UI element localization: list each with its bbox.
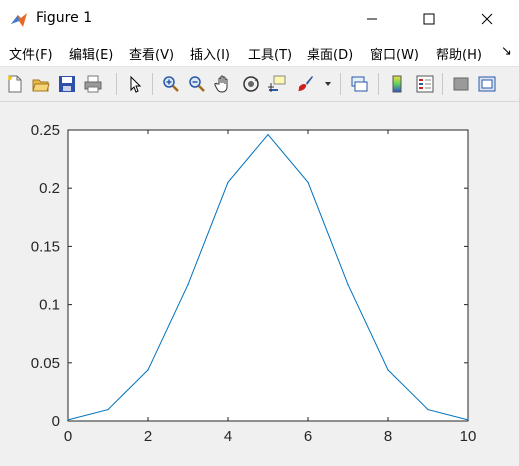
menu-insert[interactable]: 插入(I): [190, 44, 230, 63]
data-point: [227, 181, 229, 183]
edit-plot-arrow-icon: [130, 75, 142, 93]
pan-button[interactable]: [212, 73, 234, 95]
menu-edit[interactable]: 编辑(E): [69, 44, 113, 63]
edit-plot-button[interactable]: [124, 73, 146, 95]
y-tick-label: 0.15: [31, 238, 60, 255]
maximize-button[interactable]: [406, 0, 452, 38]
data-point: [147, 369, 149, 371]
menu-overflow-icon[interactable]: ↘: [501, 44, 512, 59]
menu-help[interactable]: 帮助(H): [436, 44, 482, 63]
zoom-in-icon: [163, 76, 179, 92]
new-figure-icon: [8, 75, 22, 93]
pan-hand-icon: [214, 75, 228, 93]
insert-legend-icon: [416, 75, 434, 93]
x-tick-label: 4: [224, 428, 232, 445]
y-tick-label: 0.2: [39, 180, 60, 197]
x-tick-label: 6: [304, 428, 312, 445]
data-point: [267, 133, 269, 136]
figure-canvas[interactable]: 0 2 4 6 8 10 0 0.05 0.1 0.15 0.2 0.25: [0, 102, 519, 462]
y-tick-label: 0.05: [31, 355, 60, 372]
insert-legend-button[interactable]: [414, 73, 436, 95]
hide-plot-tools-icon: [453, 77, 469, 91]
menu-bar: 文件(F) 编辑(E) 查看(V) 插入(I) 工具(T) 桌面(D) 窗口(W…: [0, 38, 519, 67]
show-plot-tools-icon: [478, 76, 496, 92]
maximize-icon: [423, 13, 435, 25]
x-tick-label: 2: [144, 428, 152, 445]
brush-button[interactable]: [294, 73, 316, 95]
menu-desktop[interactable]: 桌面(D): [307, 44, 353, 63]
minimize-button[interactable]: [349, 0, 395, 38]
menu-view[interactable]: 查看(V): [129, 44, 174, 63]
link-plot-button[interactable]: [348, 73, 370, 95]
insert-colorbar-button[interactable]: [386, 73, 408, 95]
matlab-logo-icon: [11, 13, 27, 27]
save-button[interactable]: [56, 73, 78, 95]
open-file-button[interactable]: [30, 73, 52, 95]
data-point: [347, 283, 349, 286]
zoom-in-button[interactable]: [160, 73, 182, 95]
data-point: [307, 181, 309, 183]
rotate-3d-button[interactable]: [240, 73, 262, 95]
menu-file[interactable]: 文件(F): [9, 44, 53, 63]
close-button[interactable]: [464, 0, 510, 38]
close-icon: [481, 13, 493, 25]
print-icon: [84, 75, 102, 93]
window-title: Figure 1: [36, 10, 93, 26]
menu-tools[interactable]: 工具(T): [248, 44, 292, 63]
axes-background: [68, 130, 468, 421]
link-plot-icon: [351, 76, 368, 92]
data-point: [187, 283, 189, 286]
data-point: [67, 419, 69, 421]
hide-plot-tools-button[interactable]: [450, 73, 472, 95]
toolbar: [0, 67, 519, 102]
menu-window[interactable]: 窗口(W): [370, 44, 419, 63]
new-figure-button[interactable]: [4, 73, 26, 95]
zoom-out-icon: [189, 76, 205, 92]
minimize-icon: [367, 18, 377, 20]
y-tick-label: 0.25: [31, 122, 60, 139]
x-tick-label: 8: [384, 428, 392, 445]
brush-dropdown-button[interactable]: [322, 73, 334, 95]
x-tick-label: 0: [64, 428, 72, 445]
chevron-down-icon: [325, 82, 331, 86]
save-icon: [59, 76, 75, 92]
print-button[interactable]: [82, 73, 104, 95]
zoom-out-button[interactable]: [186, 73, 208, 95]
insert-colorbar-icon: [392, 75, 402, 93]
data-cursor-button[interactable]: [266, 73, 288, 95]
data-point: [107, 408, 109, 411]
data-point: [427, 408, 429, 411]
rotate-3d-icon: [243, 76, 259, 92]
data-cursor-icon: [268, 75, 286, 92]
line-chart: 0 2 4 6 8 10 0 0.05 0.1 0.15 0.2 0.25: [31, 122, 477, 445]
data-point: [467, 419, 469, 421]
y-tick-label: 0.1: [39, 297, 60, 314]
data-point: [387, 369, 389, 371]
show-plot-tools-button[interactable]: [476, 73, 498, 95]
title-bar: Figure 1: [0, 0, 519, 38]
x-tick-label: 10: [460, 428, 477, 445]
brush-icon: [298, 76, 313, 91]
y-tick-label: 0: [52, 413, 60, 430]
open-file-icon: [32, 79, 50, 92]
